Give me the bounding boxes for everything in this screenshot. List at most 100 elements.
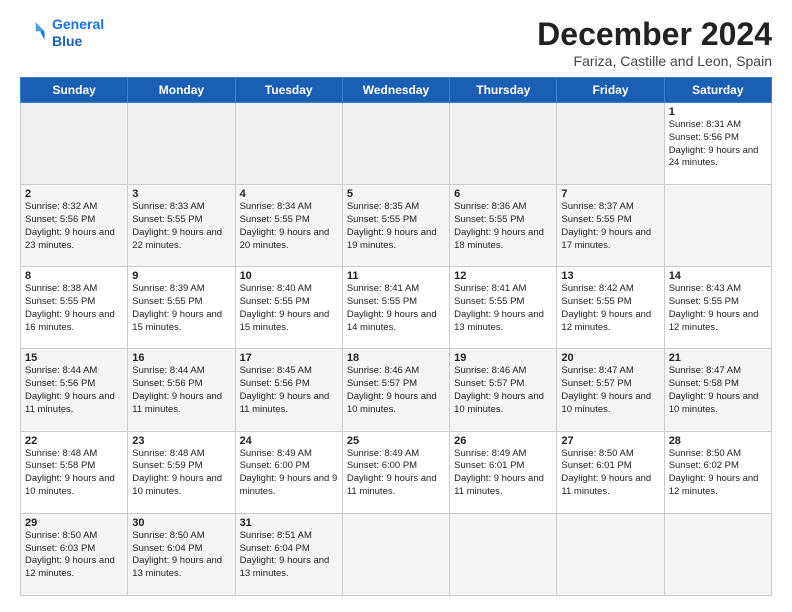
day-info: Sunrise: 8:50 AMSunset: 6:01 PMDaylight:… bbox=[561, 448, 659, 499]
day-info: Sunrise: 8:48 AMSunset: 5:59 PMDaylight:… bbox=[132, 448, 230, 499]
calendar-cell: 27Sunrise: 8:50 AMSunset: 6:01 PMDayligh… bbox=[557, 431, 664, 513]
calendar-cell bbox=[21, 103, 128, 185]
day-info: Sunrise: 8:41 AMSunset: 5:55 PMDaylight:… bbox=[347, 283, 445, 334]
day-number: 20 bbox=[561, 352, 659, 364]
day-number: 15 bbox=[25, 352, 123, 364]
day-info: Sunrise: 8:44 AMSunset: 5:56 PMDaylight:… bbox=[132, 365, 230, 416]
day-info: Sunrise: 8:40 AMSunset: 5:55 PMDaylight:… bbox=[240, 283, 338, 334]
header: General Blue December 2024 Fariza, Casti… bbox=[20, 16, 772, 69]
calendar-cell: 15Sunrise: 8:44 AMSunset: 5:56 PMDayligh… bbox=[21, 349, 128, 431]
day-number: 10 bbox=[240, 270, 338, 282]
logo-icon bbox=[20, 19, 48, 47]
title-block: December 2024 Fariza, Castille and Leon,… bbox=[537, 16, 772, 69]
calendar-cell: 3Sunrise: 8:33 AMSunset: 5:55 PMDaylight… bbox=[128, 185, 235, 267]
calendar-week-row: 29Sunrise: 8:50 AMSunset: 6:03 PMDayligh… bbox=[21, 513, 772, 595]
calendar-cell: 28Sunrise: 8:50 AMSunset: 6:02 PMDayligh… bbox=[664, 431, 771, 513]
calendar-week-row: 2Sunrise: 8:32 AMSunset: 5:56 PMDaylight… bbox=[21, 185, 772, 267]
day-info: Sunrise: 8:50 AMSunset: 6:04 PMDaylight:… bbox=[132, 530, 230, 581]
calendar-cell: 6Sunrise: 8:36 AMSunset: 5:55 PMDaylight… bbox=[450, 185, 557, 267]
day-number: 17 bbox=[240, 352, 338, 364]
logo-line2: Blue bbox=[52, 33, 82, 49]
day-number: 16 bbox=[132, 352, 230, 364]
month-year: December 2024 bbox=[537, 16, 772, 53]
day-info: Sunrise: 8:47 AMSunset: 5:58 PMDaylight:… bbox=[669, 365, 767, 416]
day-number: 7 bbox=[561, 188, 659, 200]
page: General Blue December 2024 Fariza, Casti… bbox=[0, 0, 792, 612]
calendar-cell: 1Sunrise: 8:31 AMSunset: 5:56 PMDaylight… bbox=[664, 103, 771, 185]
day-info: Sunrise: 8:45 AMSunset: 5:56 PMDaylight:… bbox=[240, 365, 338, 416]
calendar-week-row: 8Sunrise: 8:38 AMSunset: 5:55 PMDaylight… bbox=[21, 267, 772, 349]
day-number: 1 bbox=[669, 106, 767, 118]
day-number: 21 bbox=[669, 352, 767, 364]
calendar-cell: 29Sunrise: 8:50 AMSunset: 6:03 PMDayligh… bbox=[21, 513, 128, 595]
calendar-cell: 2Sunrise: 8:32 AMSunset: 5:56 PMDaylight… bbox=[21, 185, 128, 267]
day-info: Sunrise: 8:34 AMSunset: 5:55 PMDaylight:… bbox=[240, 201, 338, 252]
calendar-week-row: 15Sunrise: 8:44 AMSunset: 5:56 PMDayligh… bbox=[21, 349, 772, 431]
calendar-header-monday: Monday bbox=[128, 78, 235, 103]
calendar-cell: 30Sunrise: 8:50 AMSunset: 6:04 PMDayligh… bbox=[128, 513, 235, 595]
calendar-cell bbox=[128, 103, 235, 185]
calendar-cell: 24Sunrise: 8:49 AMSunset: 6:00 PMDayligh… bbox=[235, 431, 342, 513]
day-number: 18 bbox=[347, 352, 445, 364]
logo-line1: General bbox=[52, 16, 104, 32]
calendar-header-sunday: Sunday bbox=[21, 78, 128, 103]
calendar-cell bbox=[664, 513, 771, 595]
calendar-week-row: 22Sunrise: 8:48 AMSunset: 5:58 PMDayligh… bbox=[21, 431, 772, 513]
calendar-cell: 10Sunrise: 8:40 AMSunset: 5:55 PMDayligh… bbox=[235, 267, 342, 349]
day-number: 25 bbox=[347, 435, 445, 447]
calendar-cell: 20Sunrise: 8:47 AMSunset: 5:57 PMDayligh… bbox=[557, 349, 664, 431]
day-number: 26 bbox=[454, 435, 552, 447]
day-info: Sunrise: 8:33 AMSunset: 5:55 PMDaylight:… bbox=[132, 201, 230, 252]
logo-text: General Blue bbox=[52, 16, 104, 50]
day-number: 6 bbox=[454, 188, 552, 200]
calendar-cell: 12Sunrise: 8:41 AMSunset: 5:55 PMDayligh… bbox=[450, 267, 557, 349]
day-info: Sunrise: 8:50 AMSunset: 6:03 PMDaylight:… bbox=[25, 530, 123, 581]
day-number: 14 bbox=[669, 270, 767, 282]
calendar-cell: 26Sunrise: 8:49 AMSunset: 6:01 PMDayligh… bbox=[450, 431, 557, 513]
calendar-cell: 9Sunrise: 8:39 AMSunset: 5:55 PMDaylight… bbox=[128, 267, 235, 349]
day-info: Sunrise: 8:38 AMSunset: 5:55 PMDaylight:… bbox=[25, 283, 123, 334]
calendar-header-wednesday: Wednesday bbox=[342, 78, 449, 103]
day-info: Sunrise: 8:49 AMSunset: 6:01 PMDaylight:… bbox=[454, 448, 552, 499]
day-number: 22 bbox=[25, 435, 123, 447]
calendar-cell bbox=[664, 185, 771, 267]
calendar-cell bbox=[342, 103, 449, 185]
day-number: 28 bbox=[669, 435, 767, 447]
day-info: Sunrise: 8:47 AMSunset: 5:57 PMDaylight:… bbox=[561, 365, 659, 416]
day-number: 9 bbox=[132, 270, 230, 282]
calendar-cell bbox=[557, 103, 664, 185]
calendar-cell bbox=[557, 513, 664, 595]
calendar-cell bbox=[450, 513, 557, 595]
day-info: Sunrise: 8:44 AMSunset: 5:56 PMDaylight:… bbox=[25, 365, 123, 416]
calendar-cell: 4Sunrise: 8:34 AMSunset: 5:55 PMDaylight… bbox=[235, 185, 342, 267]
day-number: 19 bbox=[454, 352, 552, 364]
calendar-header-friday: Friday bbox=[557, 78, 664, 103]
day-info: Sunrise: 8:46 AMSunset: 5:57 PMDaylight:… bbox=[347, 365, 445, 416]
day-number: 2 bbox=[25, 188, 123, 200]
calendar-cell bbox=[235, 103, 342, 185]
calendar-week-row: 1Sunrise: 8:31 AMSunset: 5:56 PMDaylight… bbox=[21, 103, 772, 185]
day-info: Sunrise: 8:41 AMSunset: 5:55 PMDaylight:… bbox=[454, 283, 552, 334]
day-info: Sunrise: 8:39 AMSunset: 5:55 PMDaylight:… bbox=[132, 283, 230, 334]
calendar-cell: 7Sunrise: 8:37 AMSunset: 5:55 PMDaylight… bbox=[557, 185, 664, 267]
day-number: 31 bbox=[240, 517, 338, 529]
calendar-cell: 23Sunrise: 8:48 AMSunset: 5:59 PMDayligh… bbox=[128, 431, 235, 513]
calendar-cell: 13Sunrise: 8:42 AMSunset: 5:55 PMDayligh… bbox=[557, 267, 664, 349]
day-info: Sunrise: 8:51 AMSunset: 6:04 PMDaylight:… bbox=[240, 530, 338, 581]
calendar-cell: 21Sunrise: 8:47 AMSunset: 5:58 PMDayligh… bbox=[664, 349, 771, 431]
day-info: Sunrise: 8:50 AMSunset: 6:02 PMDaylight:… bbox=[669, 448, 767, 499]
calendar-cell: 11Sunrise: 8:41 AMSunset: 5:55 PMDayligh… bbox=[342, 267, 449, 349]
day-info: Sunrise: 8:31 AMSunset: 5:56 PMDaylight:… bbox=[669, 119, 767, 170]
location: Fariza, Castille and Leon, Spain bbox=[537, 53, 772, 69]
day-number: 8 bbox=[25, 270, 123, 282]
day-number: 11 bbox=[347, 270, 445, 282]
day-info: Sunrise: 8:35 AMSunset: 5:55 PMDaylight:… bbox=[347, 201, 445, 252]
calendar-header-tuesday: Tuesday bbox=[235, 78, 342, 103]
calendar-header-thursday: Thursday bbox=[450, 78, 557, 103]
day-number: 30 bbox=[132, 517, 230, 529]
calendar-header-row: SundayMondayTuesdayWednesdayThursdayFrid… bbox=[21, 78, 772, 103]
day-number: 29 bbox=[25, 517, 123, 529]
calendar-cell: 16Sunrise: 8:44 AMSunset: 5:56 PMDayligh… bbox=[128, 349, 235, 431]
day-info: Sunrise: 8:48 AMSunset: 5:58 PMDaylight:… bbox=[25, 448, 123, 499]
day-info: Sunrise: 8:43 AMSunset: 5:55 PMDaylight:… bbox=[669, 283, 767, 334]
